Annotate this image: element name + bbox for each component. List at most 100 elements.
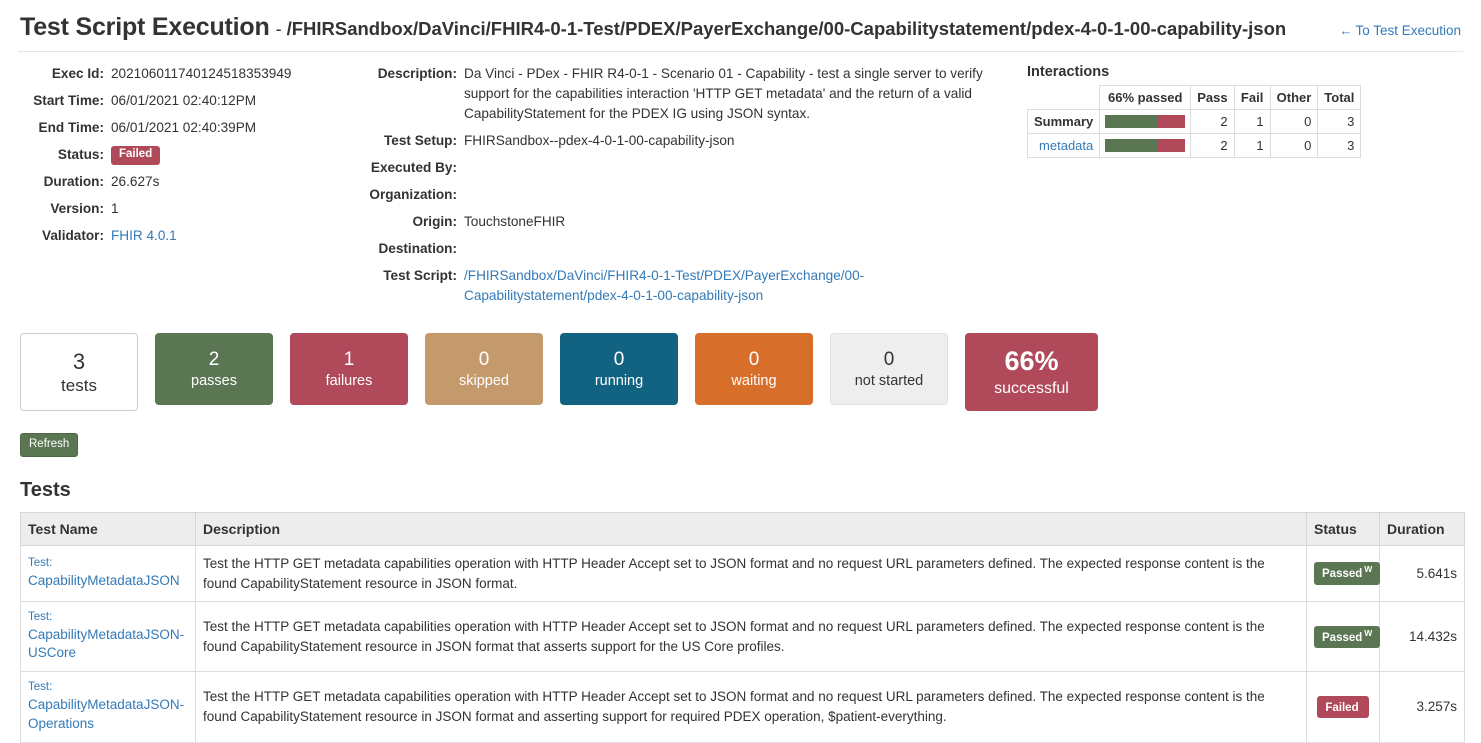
description-label: Description: [377,66,457,81]
title-wrap: Test Script Execution - /FHIRSandbox/DaV… [20,13,1286,42]
bar-pass-segment [1105,139,1159,152]
version-value: 1 [111,201,119,216]
test-name-link[interactable]: CapabilityMetadataJSON [28,572,188,591]
to-test-execution-label: To Test Execution [1355,23,1461,38]
stat-box-passes[interactable]: 2 passes [155,333,273,405]
status-badge: Failed [1317,695,1369,719]
field-test-script: Test Script: /FHIRSandbox/DaVinci/FHIR4-… [368,266,1013,306]
interactions-col-pass: Pass [1190,85,1235,110]
status-badge: Failed [111,146,161,165]
table-row: Test: CapabilityMetadataJSON Test the HT… [20,544,1465,603]
stat-value: 2 [208,349,220,371]
test-script-link[interactable]: /FHIRSandbox/DaVinci/FHIR4-0-1-Test/PDEX… [464,268,864,303]
version-label: Version: [50,201,104,216]
status-badge-text: Passed [1322,568,1363,581]
test-name-cell: Test: CapabilityMetadataJSON-USCore [20,601,196,673]
test-script-value: /FHIRSandbox/DaVinci/FHIR4-0-1-Test/PDEX… [464,266,994,306]
interactions-col-total: Total [1317,85,1362,110]
stat-box-tests[interactable]: 3 tests [20,333,138,411]
test-setup-label: Test Setup: [383,133,457,148]
stat-box-successful[interactable]: 66% successful [965,333,1098,411]
tests-col-status: Status [1306,511,1380,546]
start-time-value: 06/01/2021 02:40:12PM [111,93,257,108]
test-status-cell: Passed W [1306,601,1381,673]
interactions-col-fail: Fail [1233,85,1271,110]
stat-label: waiting [731,372,777,389]
left-arrow-icon: ← [1339,23,1353,38]
end-time-value: 06/01/2021 02:40:39PM [111,120,257,135]
tests-col-name: Test Name [20,511,196,546]
tests-col-duration: Duration [1379,511,1465,546]
test-prefix-label: Test: [28,557,53,570]
stat-value: 66% [1004,346,1059,377]
interactions-table-body: Summary 2 1 0 3 metadata 2 1 0 3 [1026,109,1362,158]
field-status: Status: Failed [18,145,368,165]
status-badge: Passed W [1314,562,1381,585]
status-badge-text: Passed [1322,631,1363,644]
origin-label: Origin: [412,214,457,229]
stat-box-skipped[interactable]: 0 skipped [425,333,543,405]
interactions-row-label: Summary [1026,109,1101,134]
test-status-cell: Failed [1306,671,1380,743]
stat-label: successful [994,379,1069,397]
interactions-header-row: 66% passed Pass Fail Other Total [1027,85,1362,110]
interactions-title: Interactions [1027,64,1110,80]
exec-id-value: 202106011740124518353949 [111,66,292,81]
bar-pass-segment [1105,115,1159,128]
stat-value: 1 [343,349,355,371]
interactions-other-value: 0 [1269,133,1319,158]
refresh-button[interactable]: Refresh [20,433,79,457]
validator-value: FHIR 4.0.1 [111,226,177,246]
test-duration-cell: 14.432s [1379,601,1465,673]
to-test-execution-link[interactable]: ← To Test Execution [1339,23,1461,38]
stat-box-failures[interactable]: 1 failures [290,333,408,405]
stat-label: passes [191,372,237,389]
test-duration-cell: 3.257s [1379,671,1465,743]
tests-table-head: Test Name Description Status Duration [20,511,1465,546]
validator-label: Validator: [42,228,104,243]
tests-header-row: Test Name Description Status Duration [20,511,1465,546]
interactions-row-metadata: metadata 2 1 0 3 [1026,133,1362,158]
duration-value: 26.627s [111,174,160,189]
metadata-link[interactable]: metadata [1039,138,1093,153]
stat-value: 0 [883,349,895,371]
pass-fail-bar [1105,115,1186,128]
stat-label: failures [325,372,373,389]
field-end-time: End Time: 06/01/2021 02:40:39PM [18,118,368,138]
end-time-label: End Time: [38,120,104,135]
interactions-pass-value: 2 [1190,133,1235,158]
stat-box-waiting[interactable]: 0 waiting [695,333,813,405]
field-validator: Validator: FHIR 4.0.1 [18,226,368,246]
interactions-col-blank [1027,85,1101,110]
test-description-cell: Test the HTTP GET metadata capabilities … [195,544,1307,603]
executed-by-label: Executed By: [370,160,457,175]
field-duration: Duration: 26.627s [18,172,368,192]
stat-box-running[interactable]: 0 running [560,333,678,405]
bar-fail-segment [1158,139,1186,152]
interactions-other-value: 0 [1269,109,1319,134]
stat-label: not started [854,372,924,389]
field-description: Description: Da Vinci - PDex - FHIR R4-0… [368,64,1013,124]
origin-value: TouchstoneFHIR [464,214,566,229]
description-value: Da Vinci - PDex - FHIR R4-0-1 - Scenario… [464,66,983,121]
interactions-progress-cell [1099,109,1192,134]
table-row: Test: CapabilityMetadataJSON-USCore Test… [20,601,1465,673]
stat-label: skipped [459,372,509,389]
info-area: Exec Id: 202106011740124518353949 Start … [18,52,1463,313]
tests-col-description: Description [195,511,1307,546]
field-version: Version: 1 [18,199,368,219]
interactions-col-other: Other [1269,85,1319,110]
test-description-cell: Test the HTTP GET metadata capabilities … [195,601,1307,673]
stat-box-not-started[interactable]: 0 not started [830,333,948,405]
page-root: Test Script Execution - /FHIRSandbox/DaV… [0,0,1481,743]
field-start-time: Start Time: 06/01/2021 02:40:12PM [18,91,368,111]
field-test-setup: Test Setup: FHIRSandbox--pdex-4-0-1-00-c… [368,131,1013,151]
test-name-link[interactable]: CapabilityMetadataJSON-USCore [28,626,188,664]
validator-link[interactable]: FHIR 4.0.1 [111,228,177,243]
status-value: Failed [111,145,161,165]
test-prefix-label: Test: [28,681,53,694]
stat-label: tests [61,376,97,396]
pass-fail-bar [1105,139,1186,152]
test-setup-value: FHIRSandbox--pdex-4-0-1-00-capability-js… [464,133,735,148]
interactions-row-summary: Summary 2 1 0 3 [1026,109,1362,134]
